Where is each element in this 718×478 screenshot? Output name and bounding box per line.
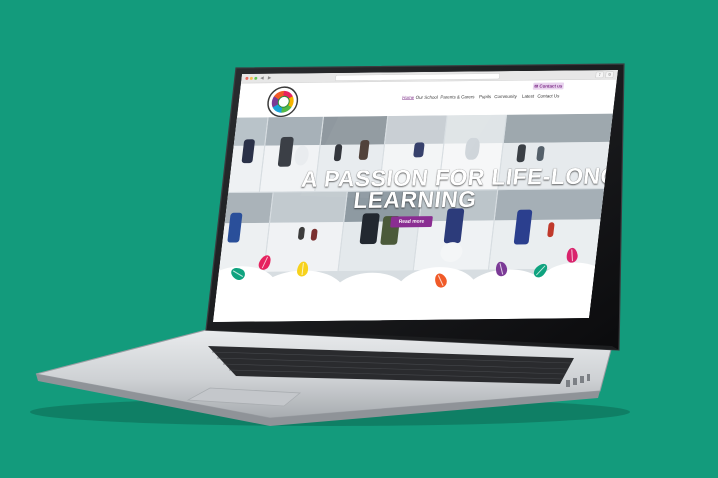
contact-us-label: Contact us [539,83,563,89]
close-window-icon[interactable] [245,76,249,80]
browser-nav-arrows[interactable]: ◀ ▶ [260,75,273,81]
tabs-icon[interactable]: ⧉ [605,71,614,79]
cloud-base [213,284,593,322]
maximize-window-icon[interactable] [254,76,258,80]
laptop-scene: ◀ ▶ ⇪ ⧉ ✉ Contact us Home Our School Par… [0,0,718,478]
nav-item-contact-us[interactable]: Contact Us [537,93,560,98]
contact-us-button[interactable]: ✉ Contact us [532,82,565,90]
envelope-icon: ✉ [534,83,539,89]
read-more-button[interactable]: Read more [390,216,433,228]
minimize-window-icon[interactable] [249,76,254,80]
nav-item-latest[interactable]: Latest [522,94,535,99]
share-icon[interactable]: ⇪ [595,71,604,79]
